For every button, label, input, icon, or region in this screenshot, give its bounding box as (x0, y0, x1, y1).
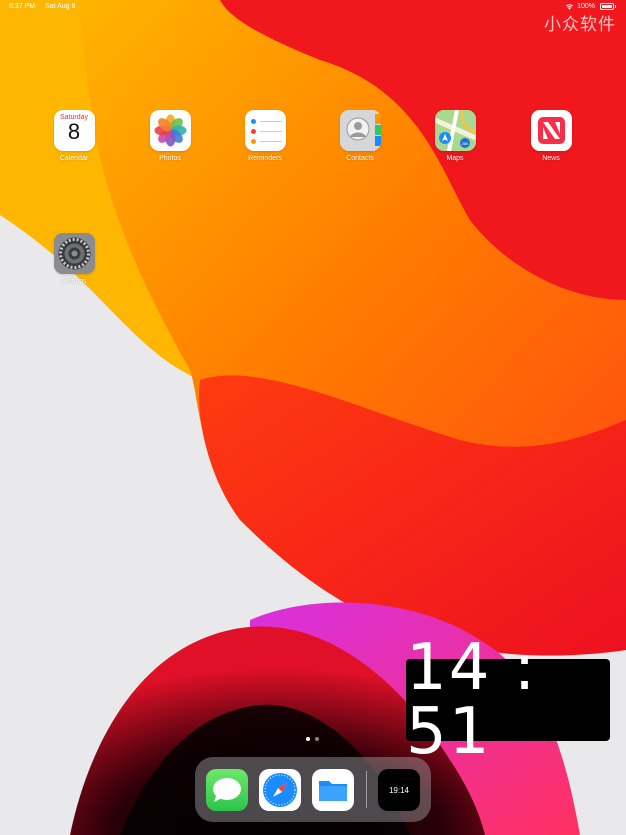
status-time: 8:37 PM (9, 3, 36, 10)
reminders-icon (244, 110, 286, 151)
dock-app-clock[interactable]: 19:14 (378, 769, 420, 811)
watermark: 小众软件 (544, 15, 616, 35)
app-reminders[interactable]: Reminders (233, 110, 297, 162)
app-label: News (542, 155, 560, 162)
app-maps[interactable]: 280 Maps (423, 110, 487, 162)
maps-badge-text: 280 (461, 141, 468, 146)
app-contacts[interactable]: Contacts (328, 110, 392, 162)
app-label: Settings (61, 278, 87, 285)
news-icon (530, 110, 572, 151)
dock-divider (366, 771, 367, 808)
app-label: Maps (446, 155, 464, 162)
dock: 19:14 (195, 757, 431, 822)
app-label: Calendar (59, 155, 89, 162)
clock-app-time: 19:14 (388, 785, 410, 795)
dock-app-messages[interactable] (206, 769, 248, 811)
app-settings[interactable]: Settings (42, 233, 106, 285)
gear-icon (53, 233, 95, 274)
page-indicator[interactable] (306, 737, 319, 741)
app-label: Photos (159, 155, 181, 162)
contacts-icon (339, 110, 381, 151)
files-icon (319, 781, 347, 801)
calendar-icon: Saturday 8 (53, 110, 95, 151)
status-bar: 8:37 PM Sat Aug 8 100% (0, 0, 626, 14)
maps-icon: 280 (434, 110, 476, 151)
pip-clock-window[interactable]: 14 : 51 (406, 636, 610, 764)
dock-app-files[interactable] (312, 769, 354, 811)
pip-clock-time: 14 : 51 (406, 631, 538, 769)
page-dot-2 (315, 737, 319, 741)
wifi-icon (565, 4, 574, 10)
photos-icon (149, 110, 191, 151)
app-news[interactable]: News (519, 110, 583, 162)
battery-icon (600, 3, 616, 10)
battery-percent: 100% (577, 3, 595, 10)
calendar-day-number: 8 (67, 119, 81, 144)
app-calendar[interactable]: Saturday 8 Calendar (42, 110, 106, 162)
app-label: Reminders (248, 155, 282, 162)
app-photos[interactable]: Photos (138, 110, 202, 162)
app-label: Contacts (346, 155, 374, 162)
page-dot-1 (306, 737, 310, 741)
safari-icon (263, 773, 297, 807)
status-date: Sat Aug 8 (45, 3, 76, 10)
messages-icon (213, 778, 241, 802)
dock-app-safari[interactable] (259, 769, 301, 811)
